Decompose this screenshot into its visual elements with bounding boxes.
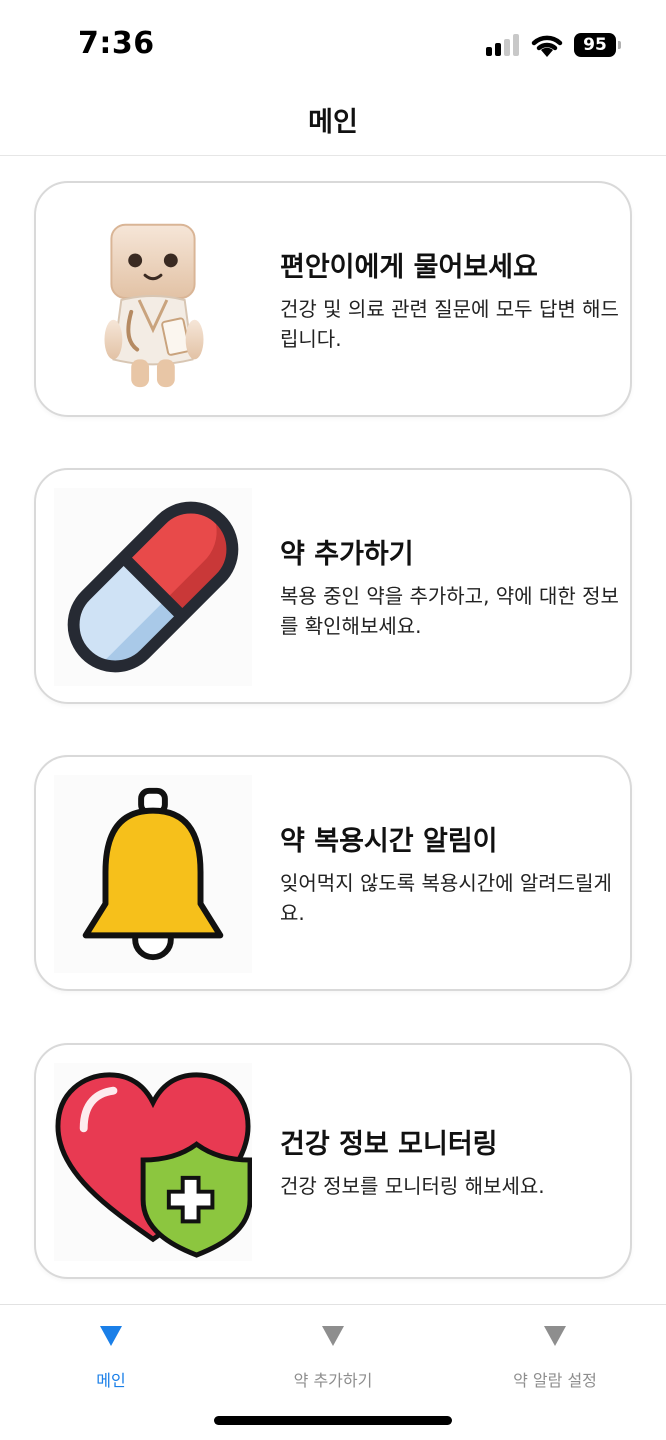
card-description: 잊어먹지 않도록 복용시간에 알려드릴게요.	[280, 870, 612, 925]
status-time: 7:36	[78, 26, 155, 61]
doctor-robot-icon	[104, 223, 204, 388]
card-text: 편안이에게 물어보세요 건강 및 의료 관련 질문에 모두 답변 해드립니다.	[280, 183, 620, 415]
card-add-medication[interactable]: 약 추가하기 복용 중인 약을 추가하고, 약에 대한 정보를 확인해보세요.	[34, 468, 632, 704]
triangle-down-icon	[100, 1326, 122, 1346]
home-indicator[interactable]	[214, 1416, 452, 1425]
wifi-icon	[531, 35, 563, 57]
card-description: 건강 및 의료 관련 질문에 모두 답변 해드립니다.	[280, 296, 619, 351]
tab-main[interactable]: 메인	[0, 1305, 222, 1405]
card-ask-assistant[interactable]: 편안이에게 물어보세요 건강 및 의료 관련 질문에 모두 답변 해드립니다.	[34, 181, 632, 417]
pill-capsule-icon	[54, 488, 252, 686]
card-text: 약 추가하기 복용 중인 약을 추가하고, 약에 대한 정보를 확인해보세요.	[280, 470, 620, 702]
card-title: 건강 정보 모니터링	[280, 1128, 498, 1160]
battery-icon: 95	[574, 33, 622, 57]
triangle-down-icon	[322, 1326, 344, 1346]
card-text: 약 복용시간 알림이 잊어먹지 않도록 복용시간에 알려드릴게요.	[280, 757, 620, 989]
card-medication-alarm[interactable]: 약 복용시간 알림이 잊어먹지 않도록 복용시간에 알려드릴게요.	[34, 755, 632, 991]
card-text: 건강 정보 모니터링 건강 정보를 모니터링 해보세요.	[280, 1045, 620, 1277]
battery-level: 95	[574, 33, 616, 57]
tab-add-medication[interactable]: 약 추가하기	[222, 1305, 444, 1405]
tab-alarm-settings[interactable]: 약 알람 설정	[444, 1305, 666, 1405]
card-title: 약 복용시간 알림이	[280, 825, 498, 857]
triangle-down-icon	[544, 1326, 566, 1346]
tab-label: 메인	[96, 1371, 126, 1390]
card-title: 약 추가하기	[280, 538, 414, 570]
nav-header: 메인	[0, 90, 666, 156]
card-health-monitoring[interactable]: 건강 정보 모니터링 건강 정보를 모니터링 해보세요.	[34, 1043, 632, 1279]
card-title: 편안이에게 물어보세요	[280, 251, 538, 283]
card-description: 건강 정보를 모니터링 해보세요.	[280, 1173, 545, 1198]
tab-label: 약 추가하기	[293, 1371, 373, 1390]
heart-shield-icon	[54, 1063, 252, 1261]
bell-icon	[54, 775, 252, 973]
page-title: 메인	[308, 107, 358, 138]
status-bar: 7:36 95	[0, 0, 666, 90]
cellular-signal-icon	[486, 34, 522, 56]
card-description: 복용 중인 약을 추가하고, 약에 대한 정보를 확인해보세요.	[280, 583, 619, 638]
tab-label: 약 알람 설정	[513, 1371, 597, 1390]
